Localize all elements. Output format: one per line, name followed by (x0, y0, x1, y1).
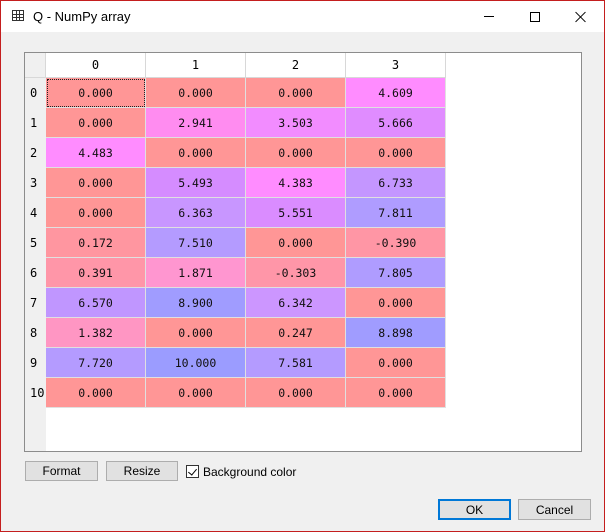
table-cell[interactable]: 0.000 (146, 78, 246, 108)
table-cell[interactable]: 2.941 (146, 108, 246, 138)
maximize-button[interactable] (512, 1, 558, 32)
table-cell[interactable]: 4.609 (346, 78, 446, 108)
table-cell[interactable]: 0.247 (246, 318, 346, 348)
cancel-button[interactable]: Cancel (518, 499, 591, 520)
table-cell[interactable]: 7.811 (346, 198, 446, 228)
row-header[interactable]: 7 (25, 288, 46, 318)
table-cell[interactable]: 3.503 (246, 108, 346, 138)
table-cell[interactable]: 0.000 (46, 378, 146, 408)
table-cell[interactable]: 0.172 (46, 228, 146, 258)
column-header[interactable]: 1 (146, 53, 246, 78)
table-cell[interactable]: 0.000 (346, 348, 446, 378)
table-cell[interactable]: 0.000 (46, 78, 146, 108)
table-cell[interactable]: 0.000 (346, 288, 446, 318)
table-cell[interactable]: 0.000 (46, 198, 146, 228)
row-header[interactable]: 0 (25, 78, 46, 108)
table-cell[interactable]: 0.391 (46, 258, 146, 288)
column-header[interactable]: 0 (46, 53, 146, 78)
row-header[interactable]: 1 (25, 108, 46, 138)
column-header[interactable]: 2 (246, 53, 346, 78)
row-header[interactable]: 6 (25, 258, 46, 288)
table-cell[interactable]: 5.551 (246, 198, 346, 228)
table-cell[interactable]: 0.000 (146, 378, 246, 408)
numpy-array-dialog: Q - NumPy array 0 1 2 3 0 0.000 0.000 0.000 4.60… (0, 0, 605, 532)
row-header[interactable]: 9 (25, 348, 46, 378)
background-color-label[interactable]: Background color (203, 465, 296, 479)
background-color-checkbox[interactable] (186, 465, 199, 478)
table-cell[interactable]: 7.720 (46, 348, 146, 378)
close-button[interactable] (558, 1, 604, 32)
table-cell[interactable]: 0.000 (46, 108, 146, 138)
table-cell[interactable]: 8.900 (146, 288, 246, 318)
maximize-icon (530, 11, 540, 22)
row-header[interactable]: 10 (25, 378, 46, 408)
resize-button[interactable]: Resize (106, 461, 178, 481)
table-icon (12, 10, 24, 21)
format-button[interactable]: Format (25, 461, 98, 481)
table-cell[interactable]: 6.570 (46, 288, 146, 318)
row-header[interactable]: 5 (25, 228, 46, 258)
table-cell[interactable]: 10.000 (146, 348, 246, 378)
table-cell[interactable]: -0.390 (346, 228, 446, 258)
row-header[interactable]: 4 (25, 198, 46, 228)
ok-button[interactable]: OK (438, 499, 511, 520)
minimize-icon (484, 16, 494, 17)
table-cell[interactable]: 6.363 (146, 198, 246, 228)
title-bar: Q - NumPy array (1, 1, 604, 32)
table-cell[interactable]: -0.303 (246, 258, 346, 288)
table-cell[interactable]: 5.666 (346, 108, 446, 138)
table-cell[interactable]: 0.000 (346, 378, 446, 408)
table-cell[interactable]: 4.483 (46, 138, 146, 168)
table-cell[interactable]: 0.000 (246, 78, 346, 108)
table-cell[interactable]: 0.000 (246, 138, 346, 168)
table-cell[interactable]: 4.383 (246, 168, 346, 198)
table-cell[interactable]: 7.805 (346, 258, 446, 288)
table-cell[interactable]: 1.871 (146, 258, 246, 288)
array-table[interactable]: 0 1 2 3 0 0.000 0.000 0.000 4.609 1 0.000 2.941 3.50… (24, 52, 582, 452)
row-header[interactable]: 2 (25, 138, 46, 168)
table-cell[interactable]: 0.000 (46, 168, 146, 198)
table-cell[interactable]: 0.000 (346, 138, 446, 168)
table-cell[interactable]: 0.000 (146, 138, 246, 168)
close-icon (575, 11, 587, 23)
row-header[interactable]: 3 (25, 168, 46, 198)
table-cell[interactable]: 7.581 (246, 348, 346, 378)
column-header[interactable]: 3 (346, 53, 446, 78)
table-cell[interactable]: 1.382 (46, 318, 146, 348)
row-header[interactable]: 8 (25, 318, 46, 348)
table-cell[interactable]: 0.000 (146, 318, 246, 348)
table-cell[interactable]: 7.510 (146, 228, 246, 258)
table-cell[interactable]: 6.342 (246, 288, 346, 318)
checkmark-icon (188, 465, 197, 476)
table-cell[interactable]: 6.733 (346, 168, 446, 198)
table-cell[interactable]: 0.000 (246, 378, 346, 408)
minimize-button[interactable] (466, 1, 512, 32)
table-cell[interactable]: 5.493 (146, 168, 246, 198)
table-corner (25, 53, 46, 78)
window-title: Q - NumPy array (33, 9, 131, 24)
table-cell[interactable]: 0.000 (246, 228, 346, 258)
table-cell[interactable]: 8.898 (346, 318, 446, 348)
